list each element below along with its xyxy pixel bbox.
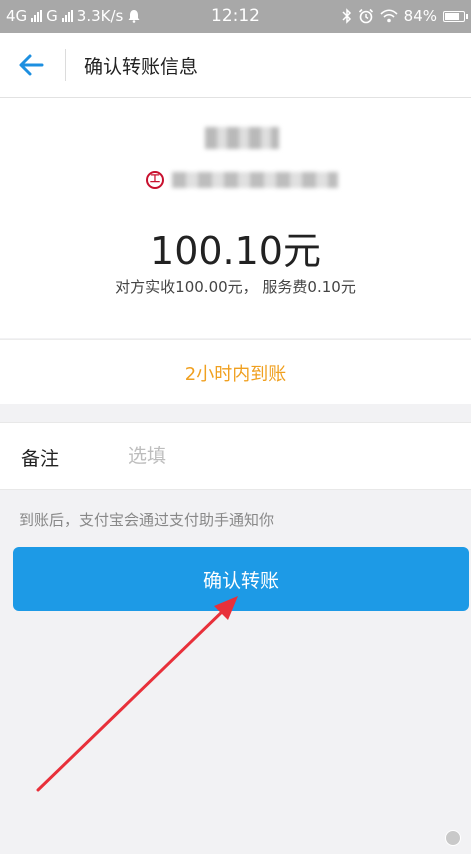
- nav-divider: [65, 49, 66, 81]
- notice-text: 到账后，支付宝会通过支付助手通知你: [19, 511, 275, 529]
- back-button[interactable]: [14, 49, 50, 81]
- payee-account-blurred: [172, 172, 338, 188]
- fee-detail: 对方实收100.00元， 服务费0.10元: [115, 278, 356, 296]
- alarm-icon: [358, 8, 373, 24]
- payee-card: 工 100.10元 对方实收100.00元， 服务费0.10元: [0, 98, 471, 338]
- wifi-icon: [380, 9, 398, 23]
- arrival-time-text[interactable]: 2小时内到账: [0, 360, 471, 386]
- arrival-time-row[interactable]: 2小时内到账: [0, 339, 471, 404]
- remark-row: 备注: [0, 422, 471, 490]
- bluetooth-icon: [342, 8, 351, 24]
- nav-bar: 确认转账信息: [0, 33, 471, 98]
- confirm-transfer-button[interactable]: 确认转账: [13, 547, 469, 611]
- bank-logo-icon: 工: [146, 171, 164, 189]
- page-title: 确认转账信息: [84, 56, 199, 78]
- back-arrow-icon: [19, 54, 44, 76]
- watermark: [445, 830, 461, 846]
- transfer-amount: 100.10元: [150, 229, 321, 273]
- status-bar: 4G G 3.3K/s 12:12 84%: [0, 0, 471, 33]
- remark-label: 备注: [21, 448, 60, 470]
- battery-icon: [443, 10, 468, 22]
- payee-name-blurred: [205, 127, 279, 149]
- status-right: 84%: [342, 7, 468, 25]
- remark-input[interactable]: [120, 437, 466, 475]
- watermark-logo-icon: [445, 830, 461, 846]
- battery-percent: 84%: [403, 7, 437, 25]
